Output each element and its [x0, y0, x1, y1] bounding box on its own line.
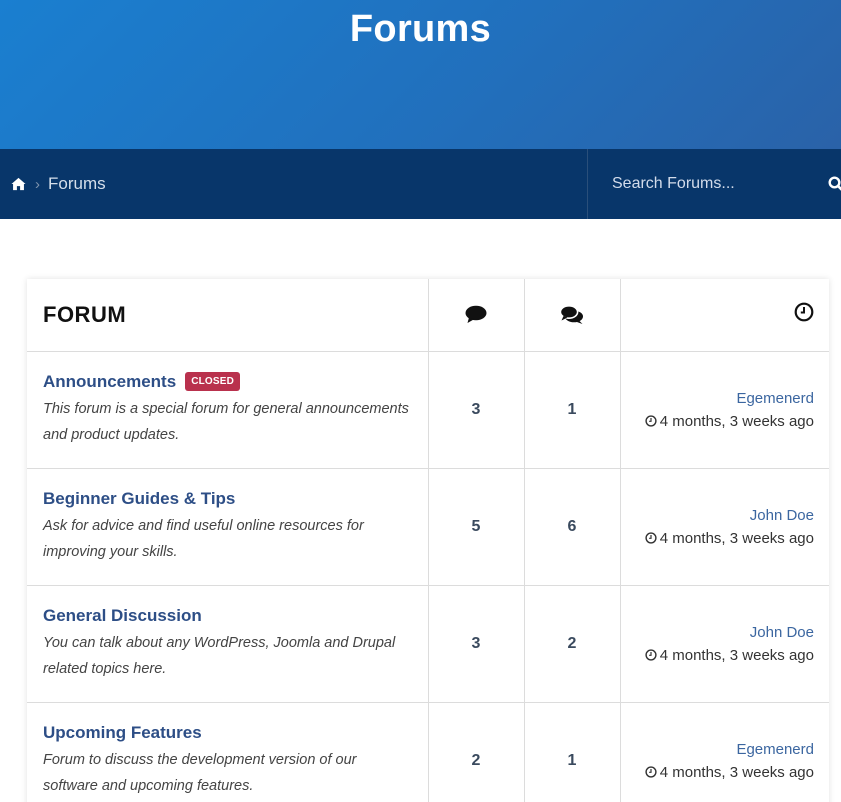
page-title: Forums: [349, 8, 492, 50]
last-post-author-link[interactable]: Egemenerd: [621, 741, 814, 758]
last-post-cell: Egemenerd 4 months, 3 weeks ago: [619, 701, 829, 802]
forum-description: Ask for advice and find useful online re…: [43, 517, 364, 560]
home-icon[interactable]: [11, 177, 26, 191]
topics-count: 3: [427, 350, 525, 469]
last-post-time: 4 months, 3 weeks ago: [659, 763, 814, 781]
last-post-time: 4 months, 3 weeks ago: [659, 646, 814, 664]
posts-column-header: [523, 279, 621, 352]
comments-icon: [559, 305, 583, 325]
last-post-cell: John Doe 4 months, 3 weeks ago: [619, 584, 829, 703]
last-post-time: 4 months, 3 weeks ago: [659, 529, 814, 547]
topics-column-header: [427, 279, 525, 352]
forum-column-header: FORUM: [27, 279, 429, 352]
last-post-author-link[interactable]: Egemenerd: [621, 390, 814, 407]
status-badge: CLOSED: [185, 372, 241, 391]
forums-table-card: FORUM Announcements CLOSED This forum is…: [27, 279, 829, 802]
clock-icon: [794, 302, 814, 322]
breadcrumb-current: Forums: [48, 174, 106, 193]
topics-count: 3: [427, 584, 525, 703]
clock-icon: [645, 766, 657, 778]
table-row: General Discussion You can talk about an…: [27, 584, 829, 703]
breadcrumb-separator: ›: [35, 175, 40, 193]
forum-description: Forum to discuss the development version…: [43, 751, 357, 794]
posts-count: 1: [523, 350, 621, 469]
last-post-cell: John Doe 4 months, 3 weeks ago: [619, 467, 829, 586]
forum-cell: General Discussion You can talk about an…: [27, 584, 429, 703]
table-header-row: FORUM: [27, 279, 829, 352]
forum-cell: Beginner Guides & Tips Ask for advice an…: [27, 467, 429, 586]
posts-count: 6: [523, 467, 621, 586]
posts-count: 1: [523, 701, 621, 802]
topics-count: 5: [427, 467, 525, 586]
comment-icon: [465, 305, 487, 324]
page-hero: Forums: [0, 0, 841, 149]
table-row: Upcoming Features Forum to discuss the d…: [27, 701, 829, 802]
forum-cell: Announcements CLOSED This forum is a spe…: [27, 350, 429, 469]
search-icon[interactable]: [828, 176, 841, 192]
search-box: [587, 149, 841, 219]
breadcrumb: › Forums: [11, 149, 106, 219]
breadcrumb-bar: › Forums: [0, 149, 841, 219]
last-post-column-header: [619, 279, 829, 352]
last-post-author-link[interactable]: John Doe: [621, 624, 814, 641]
clock-icon: [645, 649, 657, 661]
last-post-author-link[interactable]: John Doe: [621, 507, 814, 524]
clock-icon: [645, 415, 657, 427]
forum-description: You can talk about any WordPress, Joomla…: [43, 634, 396, 677]
table-row: Beginner Guides & Tips Ask for advice an…: [27, 467, 829, 586]
topics-count: 2: [427, 701, 525, 802]
forum-title-link[interactable]: Announcements: [43, 372, 176, 392]
search-input[interactable]: [588, 149, 818, 219]
last-post-time: 4 months, 3 weeks ago: [659, 412, 814, 430]
table-row: Announcements CLOSED This forum is a spe…: [27, 350, 829, 469]
forums-table: FORUM Announcements CLOSED This forum is…: [27, 279, 829, 802]
posts-count: 2: [523, 584, 621, 703]
forum-title-link[interactable]: General Discussion: [43, 606, 202, 626]
last-post-cell: Egemenerd 4 months, 3 weeks ago: [619, 350, 829, 469]
clock-icon: [645, 532, 657, 544]
forum-cell: Upcoming Features Forum to discuss the d…: [27, 701, 429, 802]
forum-title-link[interactable]: Upcoming Features: [43, 723, 202, 743]
forum-description: This forum is a special forum for genera…: [43, 400, 409, 443]
forum-title-link[interactable]: Beginner Guides & Tips: [43, 489, 235, 509]
